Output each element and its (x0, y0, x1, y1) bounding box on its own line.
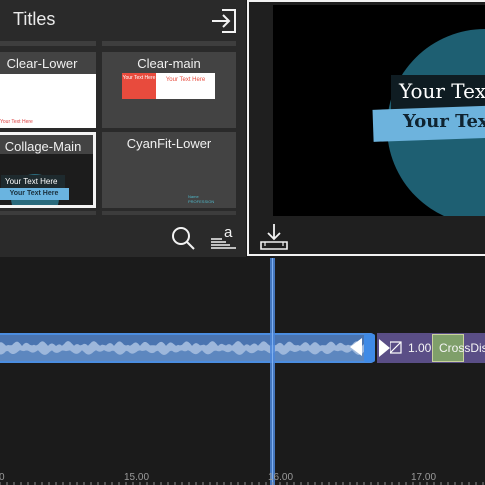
audio-clip[interactable] (0, 333, 374, 363)
tile-preview: Your Text Here Your Text Here (0, 154, 93, 205)
tile-preview-text: Your Text Here (0, 119, 33, 125)
download-icon[interactable] (259, 222, 289, 252)
tile-preview-red-box: Your Text Here (122, 73, 156, 99)
tile-preview-text: Name PROFESSION (188, 194, 214, 204)
tile-preview: Your Text Here (0, 74, 96, 128)
tile-label: Clear-main (137, 56, 201, 71)
transition-clip[interactable]: 1.00 CrossDissolve (377, 333, 485, 363)
svg-text:a: a (224, 224, 233, 241)
sort-alpha-icon[interactable]: a (210, 224, 238, 250)
preview-subtitle-text[interactable]: Your Text (403, 111, 485, 132)
tile-preview-text-top: Your Text Here (1, 175, 65, 188)
tile-preview-white-box: Your Text Here (156, 73, 215, 99)
audio-waveform (0, 335, 372, 355)
playhead-line (272, 258, 273, 485)
title-preview-panel: Your Text Your Text (247, 0, 485, 256)
transition-duration: 1.00 (408, 341, 432, 355)
tile-row-divider (0, 211, 96, 215)
preview-canvas: Your Text Your Text (273, 5, 485, 216)
title-tile-collage-main-selected[interactable]: Collage-Main Your Text Here Your Text He… (0, 132, 96, 208)
transition-name: CrossDissolve (439, 341, 485, 355)
titles-browser-panel: Titles Clear-Lower Your Text Here Clear-… (0, 0, 246, 257)
play-handle-icon[interactable] (379, 339, 390, 357)
title-tile-clear-lower[interactable]: Clear-Lower Your Text Here (0, 52, 96, 128)
title-tile-cyanfit-lower[interactable]: CyanFit-Lower Name PROFESSION (102, 132, 236, 208)
panel-title: Titles (13, 9, 56, 29)
tile-row-divider (102, 41, 236, 46)
clip-trim-bar[interactable] (364, 334, 375, 362)
exit-icon[interactable] (210, 7, 238, 35)
tile-preview-text-bottom: Your Text Here (0, 188, 69, 200)
timeline[interactable]: 1.00 CrossDissolve 0 15.00 16.00 17.00 (0, 258, 485, 485)
trim-handle-icon[interactable] (350, 338, 362, 356)
search-icon[interactable] (171, 226, 195, 250)
transition-icon (390, 341, 402, 354)
tile-row-divider (0, 41, 96, 46)
tile-row-divider (102, 211, 236, 215)
tile-label: CyanFit-Lower (126, 136, 212, 151)
tile-label: Collage-Main (4, 139, 82, 154)
tile-preview-profession: PROFESSION (188, 199, 215, 204)
time-ruler[interactable]: 0 15.00 16.00 17.00 (0, 472, 485, 485)
ruler-ticks (0, 482, 484, 485)
tile-label: Clear-Lower (6, 56, 78, 71)
title-tile-clear-main[interactable]: Clear-main Your Text Here Your Text Here (102, 52, 236, 128)
preview-title-text[interactable]: Your Text (399, 79, 485, 103)
